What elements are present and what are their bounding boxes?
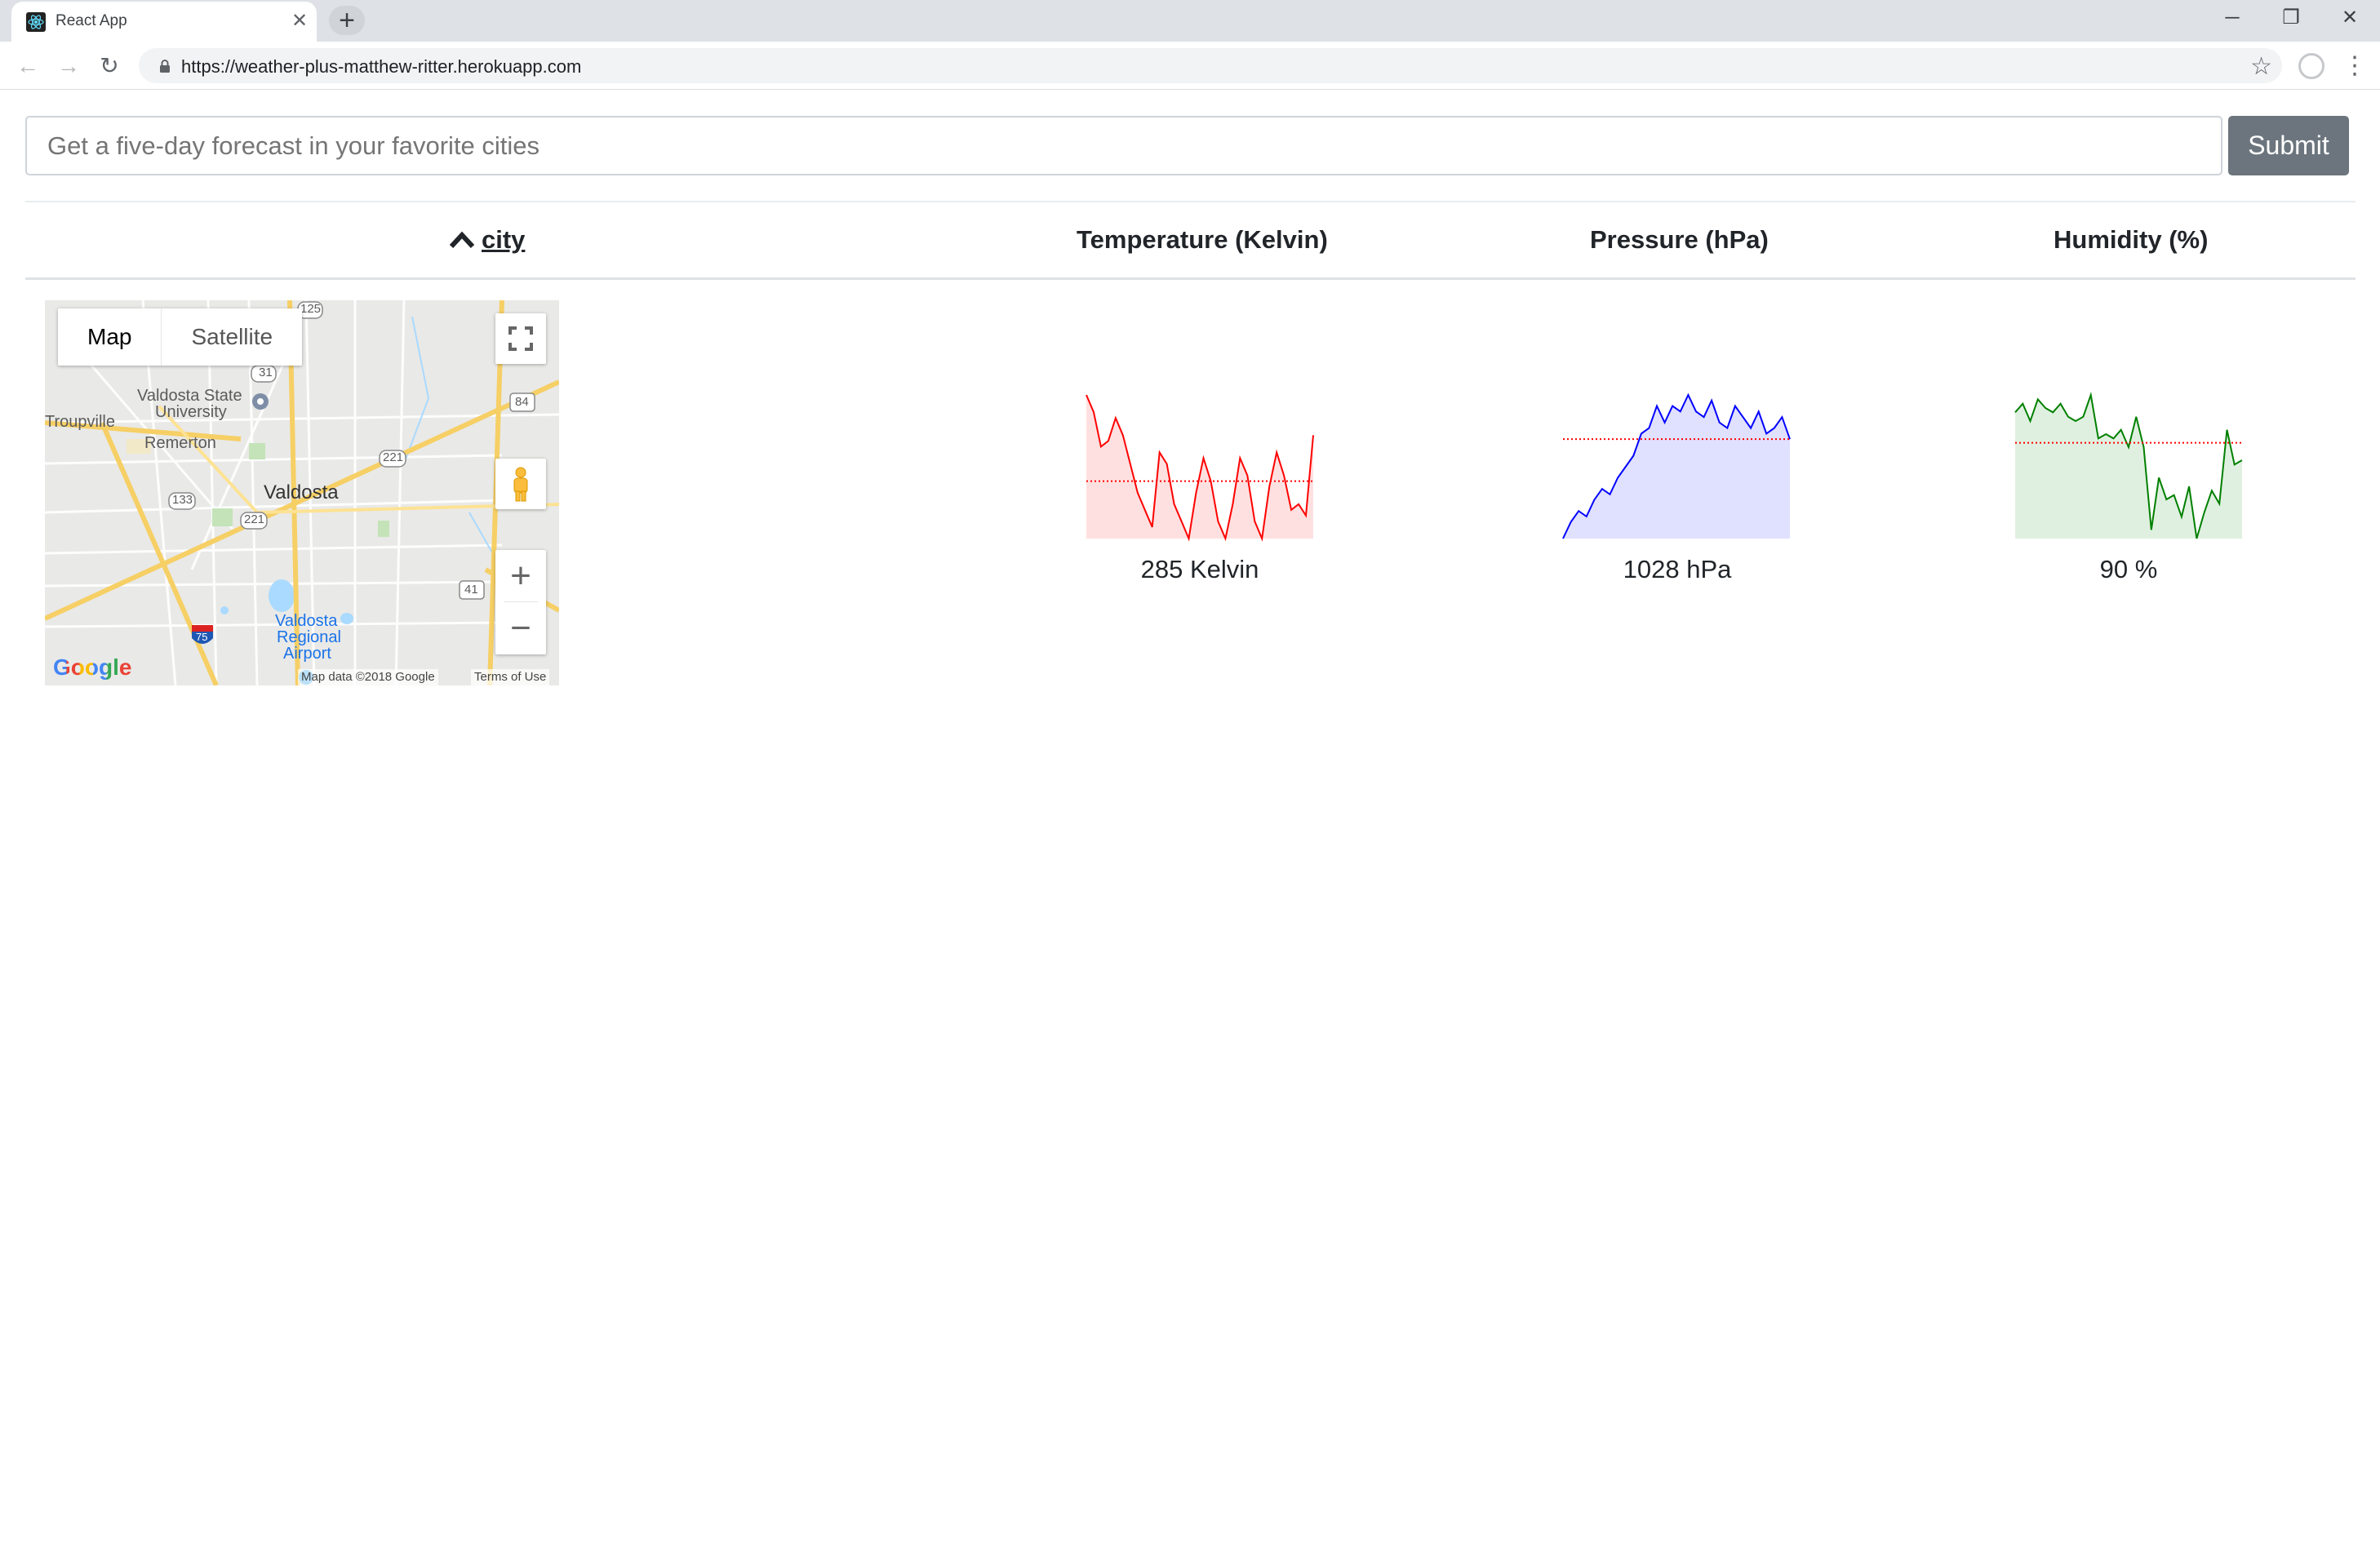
map-type-control: Map Satellite (58, 308, 303, 366)
browser-tab[interactable]: React App ✕ (11, 2, 317, 42)
new-tab-button[interactable]: + (329, 6, 365, 35)
map-airport-label: Airport (283, 645, 331, 663)
tab-close-icon[interactable]: ✕ (289, 11, 310, 32)
profile-avatar-icon[interactable] (2298, 53, 2324, 79)
temperature-sparkline-area (1086, 395, 1313, 539)
humidity-summary: 90 % (2099, 555, 2158, 583)
back-arrow-icon[interactable]: ← (13, 51, 42, 81)
map-place-label: Troupville (45, 413, 115, 431)
pegman-icon (513, 467, 528, 502)
restore-icon[interactable]: ❐ (2262, 3, 2320, 33)
minimize-icon[interactable]: ─ (2204, 3, 2261, 33)
browser-menu-icon[interactable]: ⋮ (2342, 50, 2367, 82)
zoom-control: + − (495, 550, 546, 654)
tab-title: React App (56, 12, 127, 29)
fullscreen-button[interactable] (495, 313, 546, 364)
highway-shield-label: 125 (300, 302, 322, 316)
zoom-in-icon[interactable]: + (495, 550, 546, 602)
map-type-map-button[interactable]: Map (58, 308, 161, 366)
city-search-input[interactable] (25, 116, 2222, 175)
google-logo-text: Google (53, 654, 132, 680)
pressure-column-header: Pressure (hPa) (1590, 225, 1769, 254)
map-place-label: Remerton (144, 434, 216, 452)
table-header-border (25, 277, 2356, 280)
city-column-header[interactable]: city (482, 225, 525, 255)
temperature-column-header: Temperature (Kelvin) (1077, 225, 1328, 254)
fullscreen-icon (508, 326, 533, 351)
lock-icon (160, 60, 170, 73)
humidity-sparkline (2014, 392, 2243, 539)
map-city-label: Valdosta (264, 481, 339, 503)
google-logo[interactable]: Google (53, 654, 131, 681)
address-bar[interactable]: https://weather-plus-matthew-ritter.hero… (139, 48, 2282, 83)
humidity-sparkline-area (2015, 395, 2242, 539)
city-map[interactable]: 125 31 84 221 41 133 221 41 75 Troupvill… (45, 300, 559, 685)
terms-of-use-link[interactable]: Terms of Use (471, 669, 550, 685)
highway-shield-label: 221 (244, 512, 265, 526)
reload-icon[interactable]: ↻ (95, 51, 124, 81)
pressure-sparkline (1562, 393, 1791, 539)
map-attribution: Map data ©2018 Google (298, 669, 438, 685)
pressure-summary: 1028 hPa (1623, 555, 1732, 583)
close-window-icon[interactable]: ✕ (2321, 3, 2378, 33)
highway-shield-label: 41 (464, 583, 478, 597)
map-place-label: University (155, 403, 227, 421)
url-text: https://weather-plus-matthew-ritter.hero… (181, 56, 582, 77)
highway-shield-label: 133 (172, 493, 193, 507)
zoom-out-icon[interactable]: − (495, 602, 546, 654)
chevron-up-icon[interactable] (449, 230, 475, 250)
forward-arrow-icon[interactable]: → (54, 51, 83, 81)
submit-button[interactable]: Submit (2228, 116, 2349, 175)
highway-shield-label: 31 (259, 366, 273, 379)
table-top-border (25, 201, 2356, 202)
highway-shield-label: 84 (515, 395, 529, 409)
temperature-sparkline (1086, 394, 1314, 542)
temperature-summary: 285 Kelvin (1140, 555, 1259, 583)
interstate-shield-label: 75 (196, 631, 208, 643)
highway-shield-label: 221 (383, 450, 404, 464)
browser-toolbar: ← → ↻ https://weather-plus-matthew-ritte… (0, 42, 2380, 90)
map-type-satellite-button[interactable]: Satellite (161, 308, 302, 366)
bookmark-star-icon[interactable]: ☆ (2250, 52, 2272, 81)
humidity-column-header: Humidity (%) (2054, 225, 2209, 254)
react-logo-icon (26, 12, 46, 32)
street-view-button[interactable] (495, 459, 546, 509)
browser-tabstrip: React App ✕ + ─ ❐ ✕ (0, 0, 2380, 42)
